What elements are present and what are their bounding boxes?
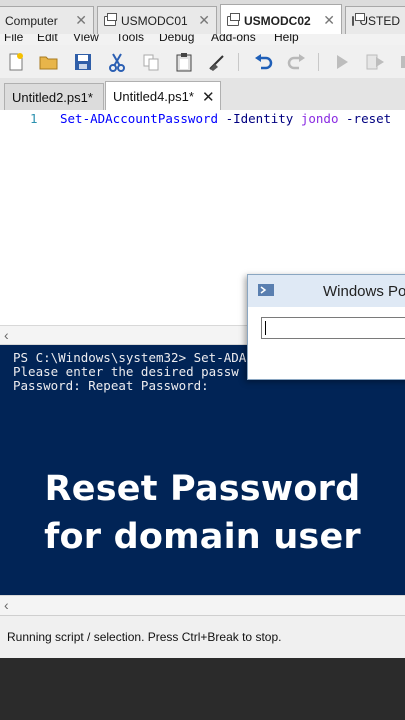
- copy-icon[interactable]: [140, 51, 162, 73]
- chevron-left-icon[interactable]: ‹: [4, 326, 9, 344]
- run-icon[interactable]: [331, 51, 353, 73]
- computer-icon: [352, 12, 368, 26]
- menu-help[interactable]: Help: [274, 34, 299, 44]
- status-text: Running script / selection. Press Ctrl+B…: [7, 630, 282, 644]
- menu-debug[interactable]: Debug: [159, 34, 194, 44]
- toolbar-separator: [238, 53, 239, 71]
- powershell-icon: [258, 283, 274, 302]
- tab-untitled4[interactable]: Untitled4.ps1* ✕: [105, 81, 221, 111]
- open-folder-icon[interactable]: [38, 51, 60, 73]
- password-input[interactable]: [261, 317, 405, 339]
- tab-untitled2[interactable]: Untitled2.ps1*: [4, 83, 104, 110]
- remote-tab-label: Computer: [5, 13, 58, 28]
- close-icon[interactable]: ✕: [198, 12, 210, 29]
- cut-icon[interactable]: [106, 51, 128, 73]
- dialog-title: Windows Po: [323, 283, 405, 300]
- computer-icon: [227, 12, 240, 26]
- console-line: PS C:\Windows\system32> Set-ADA: [13, 350, 247, 365]
- close-icon[interactable]: ✕: [75, 12, 87, 29]
- console-pane[interactable]: PS C:\Windows\system32> Set-ADA Please e…: [0, 345, 405, 595]
- remote-tab-usmodc02[interactable]: USMODC02 ✕: [220, 4, 342, 36]
- menu-bar: File Edit View Tools Debug Add-ons Help: [0, 34, 405, 45]
- code-cmdlet: Set-ADAccountPassword: [60, 111, 219, 126]
- script-tabs: Untitled2.ps1* Untitled4.ps1* ✕: [0, 78, 405, 112]
- paste-icon[interactable]: [173, 51, 195, 73]
- code-parameter: -reset: [346, 111, 392, 126]
- code-line[interactable]: Set-ADAccountPassword -Identity jondo -r…: [60, 111, 391, 126]
- toolbar: [0, 45, 405, 79]
- code-parameter: -Identity: [225, 111, 294, 126]
- line-number: 1: [30, 111, 38, 126]
- remote-tab-label: USMODC01: [121, 13, 188, 28]
- caption-line-2: for domain user: [44, 517, 361, 557]
- undo-icon[interactable]: [252, 51, 274, 73]
- console-line: Password: Repeat Password:: [13, 378, 209, 393]
- code-argument: jondo: [300, 111, 339, 126]
- remote-tab-usmodc01[interactable]: USMODC01 ✕: [97, 6, 217, 34]
- menu-add-ons[interactable]: Add-ons: [211, 34, 256, 44]
- save-icon[interactable]: [72, 51, 94, 73]
- remote-tab-usted[interactable]: USTED: [345, 6, 405, 34]
- text-caret: [265, 321, 266, 335]
- stop-icon[interactable]: [396, 51, 405, 73]
- clear-icon[interactable]: [206, 51, 228, 73]
- run-selection-icon[interactable]: [364, 51, 386, 73]
- redo-icon[interactable]: [286, 51, 308, 73]
- remote-tab-label: USMODC02: [244, 13, 311, 28]
- console-line: Please enter the desired passw: [13, 364, 239, 379]
- toolbar-separator: [318, 53, 319, 71]
- password-dialog: Windows Po: [247, 274, 405, 380]
- computer-icon: [104, 12, 117, 26]
- remote-tab-label: USTED: [359, 13, 400, 28]
- tab-label: Untitled2.ps1*: [12, 89, 93, 105]
- status-bar: Running script / selection. Press Ctrl+B…: [0, 615, 405, 658]
- remote-session-tabs: Computer ✕ USMODC01 ✕ USMODC02 ✕ USTED: [0, 0, 405, 37]
- dialog-title-bar[interactable]: Windows Po: [248, 275, 405, 307]
- close-icon[interactable]: ✕: [202, 88, 215, 106]
- caption-line-1: Reset Password: [44, 469, 361, 509]
- menu-tools[interactable]: Tools: [116, 34, 144, 44]
- menu-file[interactable]: File: [4, 34, 23, 44]
- tab-label: Untitled4.ps1*: [113, 89, 194, 104]
- menu-edit[interactable]: Edit: [37, 34, 58, 44]
- menu-view[interactable]: View: [73, 34, 99, 44]
- new-file-icon[interactable]: [5, 51, 27, 73]
- close-icon[interactable]: ✕: [323, 12, 335, 29]
- remote-tab-computer[interactable]: Computer ✕: [0, 6, 94, 34]
- chevron-left-icon[interactable]: ‹: [4, 596, 9, 614]
- console-horizontal-scrollbar[interactable]: ‹: [0, 595, 405, 616]
